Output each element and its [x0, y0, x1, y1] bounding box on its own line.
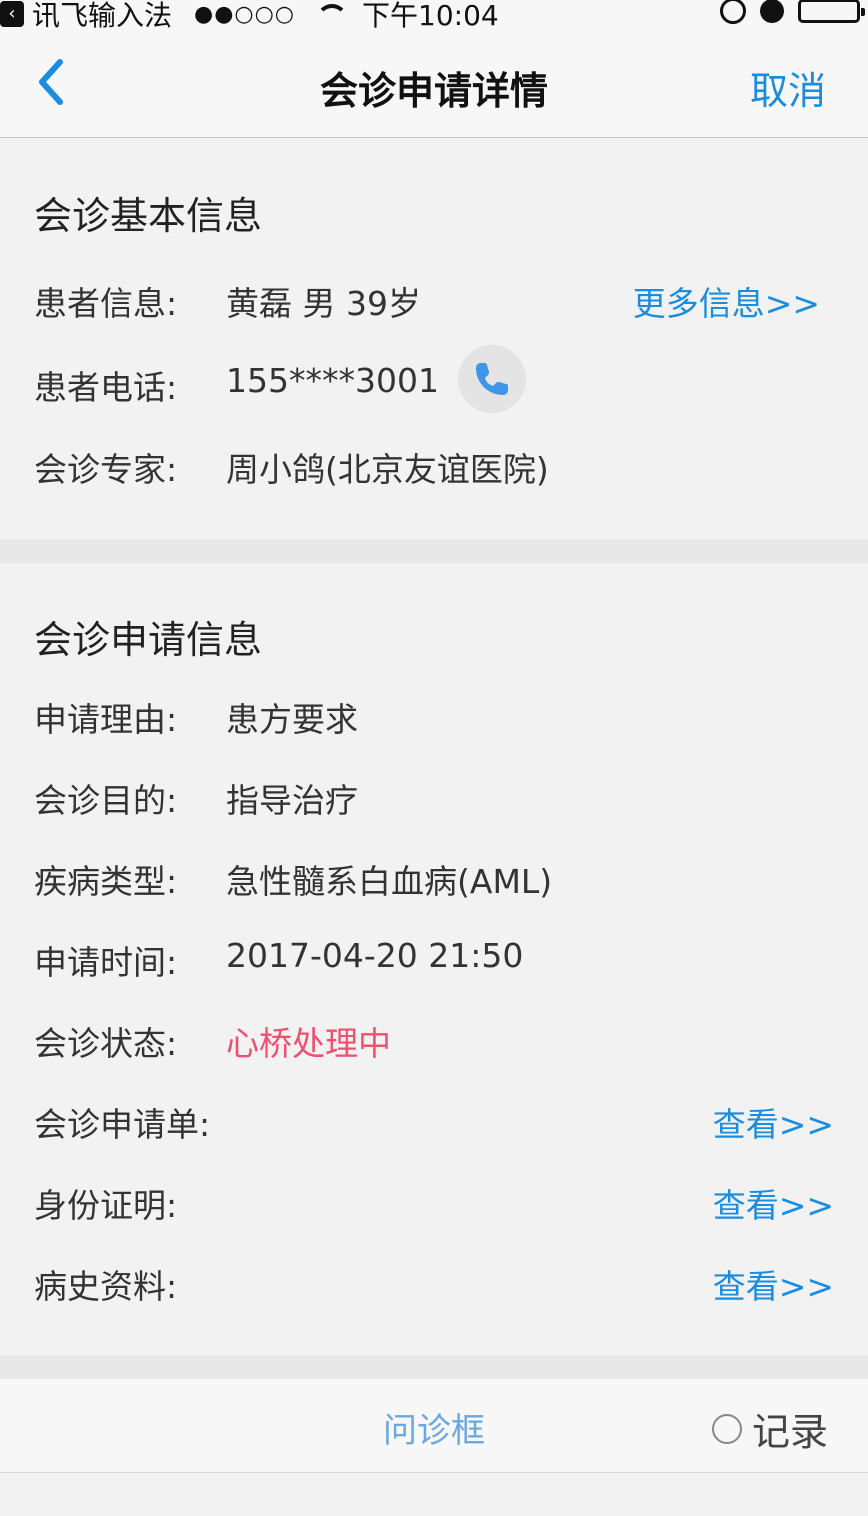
- medical-history-label: 病史资料:: [34, 1267, 178, 1306]
- basic-info-title: 会诊基本信息: [34, 194, 263, 238]
- rotation-lock-icon: [720, 0, 746, 24]
- patient-info-value: 黄磊 男 39岁: [226, 284, 421, 323]
- expert-row: 会诊专家: 周小鸽(北京友谊医院): [34, 443, 834, 493]
- phone-icon: [476, 363, 508, 395]
- section-divider: [0, 1355, 868, 1379]
- record-icon: [711, 1413, 742, 1444]
- call-patient-button[interactable]: [458, 345, 526, 413]
- page-title: 会诊申请详情: [319, 69, 548, 113]
- id-proof-row: 身份证明: 查看>>: [34, 1179, 834, 1229]
- back-to-app-icon[interactable]: ‹: [0, 1, 24, 27]
- patient-phone-value: 155****3001: [226, 361, 439, 400]
- id-proof-label: 身份证明:: [34, 1186, 178, 1225]
- bottom-bar: 问诊框 记录: [0, 1379, 868, 1473]
- patient-phone-label: 患者电话:: [34, 368, 178, 407]
- section-divider: [0, 539, 868, 563]
- disease-label: 疾病类型:: [34, 862, 178, 901]
- basic-info-section: 会诊基本信息 患者信息: 黄磊 男 39岁 更多信息>> 患者电话: 155**…: [0, 139, 868, 539]
- status-row: 会诊状态: 心桥处理中: [34, 1017, 834, 1067]
- view-id-proof-link[interactable]: 查看>>: [713, 1179, 834, 1227]
- cancel-button[interactable]: 取消: [750, 60, 826, 115]
- purpose-value: 指导治疗: [226, 781, 358, 820]
- patient-info-row: 患者信息: 黄磊 男 39岁 更多信息>>: [34, 277, 834, 327]
- status-left: ‹ 讯飞输入法 ●●○○○: [0, 0, 348, 34]
- purpose-row: 会诊目的: 指导治疗: [34, 774, 834, 824]
- record-button[interactable]: 记录: [711, 1401, 828, 1456]
- reason-row: 申请理由: 患方要求: [34, 693, 834, 743]
- carrier-label: 讯飞输入法: [32, 0, 173, 32]
- medical-history-row: 病史资料: 查看>>: [34, 1260, 834, 1310]
- wifi-icon: [313, 4, 348, 24]
- expert-value: 周小鸽(北京友谊医院): [226, 450, 549, 489]
- disease-row: 疾病类型: 急性髓系白血病(AML): [34, 855, 834, 905]
- reason-value: 患方要求: [226, 700, 358, 739]
- request-time-row: 申请时间: 2017-04-20 21:50: [34, 936, 834, 986]
- request-info-section: 会诊申请信息 申请理由: 患方要求 会诊目的: 指导治疗 疾病类型: 急性髓系白…: [0, 563, 868, 1355]
- signal-strength: ●●○○○: [194, 1, 295, 27]
- request-info-title: 会诊申请信息: [34, 618, 263, 662]
- status-bar: ‹ 讯飞输入法 ●●○○○ 下午10:04: [0, 0, 868, 32]
- view-request-form-link[interactable]: 查看>>: [713, 1098, 834, 1146]
- disease-value: 急性髓系白血病(AML): [226, 862, 553, 901]
- request-time-value: 2017-04-20 21:50: [226, 936, 524, 975]
- more-info-link[interactable]: 更多信息>>: [633, 277, 820, 325]
- purpose-label: 会诊目的:: [34, 781, 178, 820]
- status-time: 下午10:04: [362, 0, 499, 32]
- navigation-bar: 会诊申请详情 取消: [0, 30, 868, 138]
- status-label: 会诊状态:: [34, 1024, 178, 1063]
- patient-info-label: 患者信息:: [34, 284, 178, 323]
- status-right: [720, 0, 865, 24]
- view-medical-history-link[interactable]: 查看>>: [713, 1260, 834, 1308]
- battery-icon: [798, 0, 865, 23]
- status-value: 心桥处理中: [226, 1024, 391, 1063]
- request-form-row: 会诊申请单: 查看>>: [34, 1098, 834, 1148]
- reason-label: 申请理由:: [34, 700, 178, 739]
- record-label: 记录: [751, 1410, 828, 1454]
- expert-label: 会诊专家:: [34, 450, 178, 489]
- request-time-label: 申请时间:: [34, 943, 178, 982]
- request-form-label: 会诊申请单:: [34, 1105, 211, 1144]
- alarm-icon: [760, 0, 784, 23]
- patient-phone-row: 患者电话: 155****3001: [34, 361, 834, 411]
